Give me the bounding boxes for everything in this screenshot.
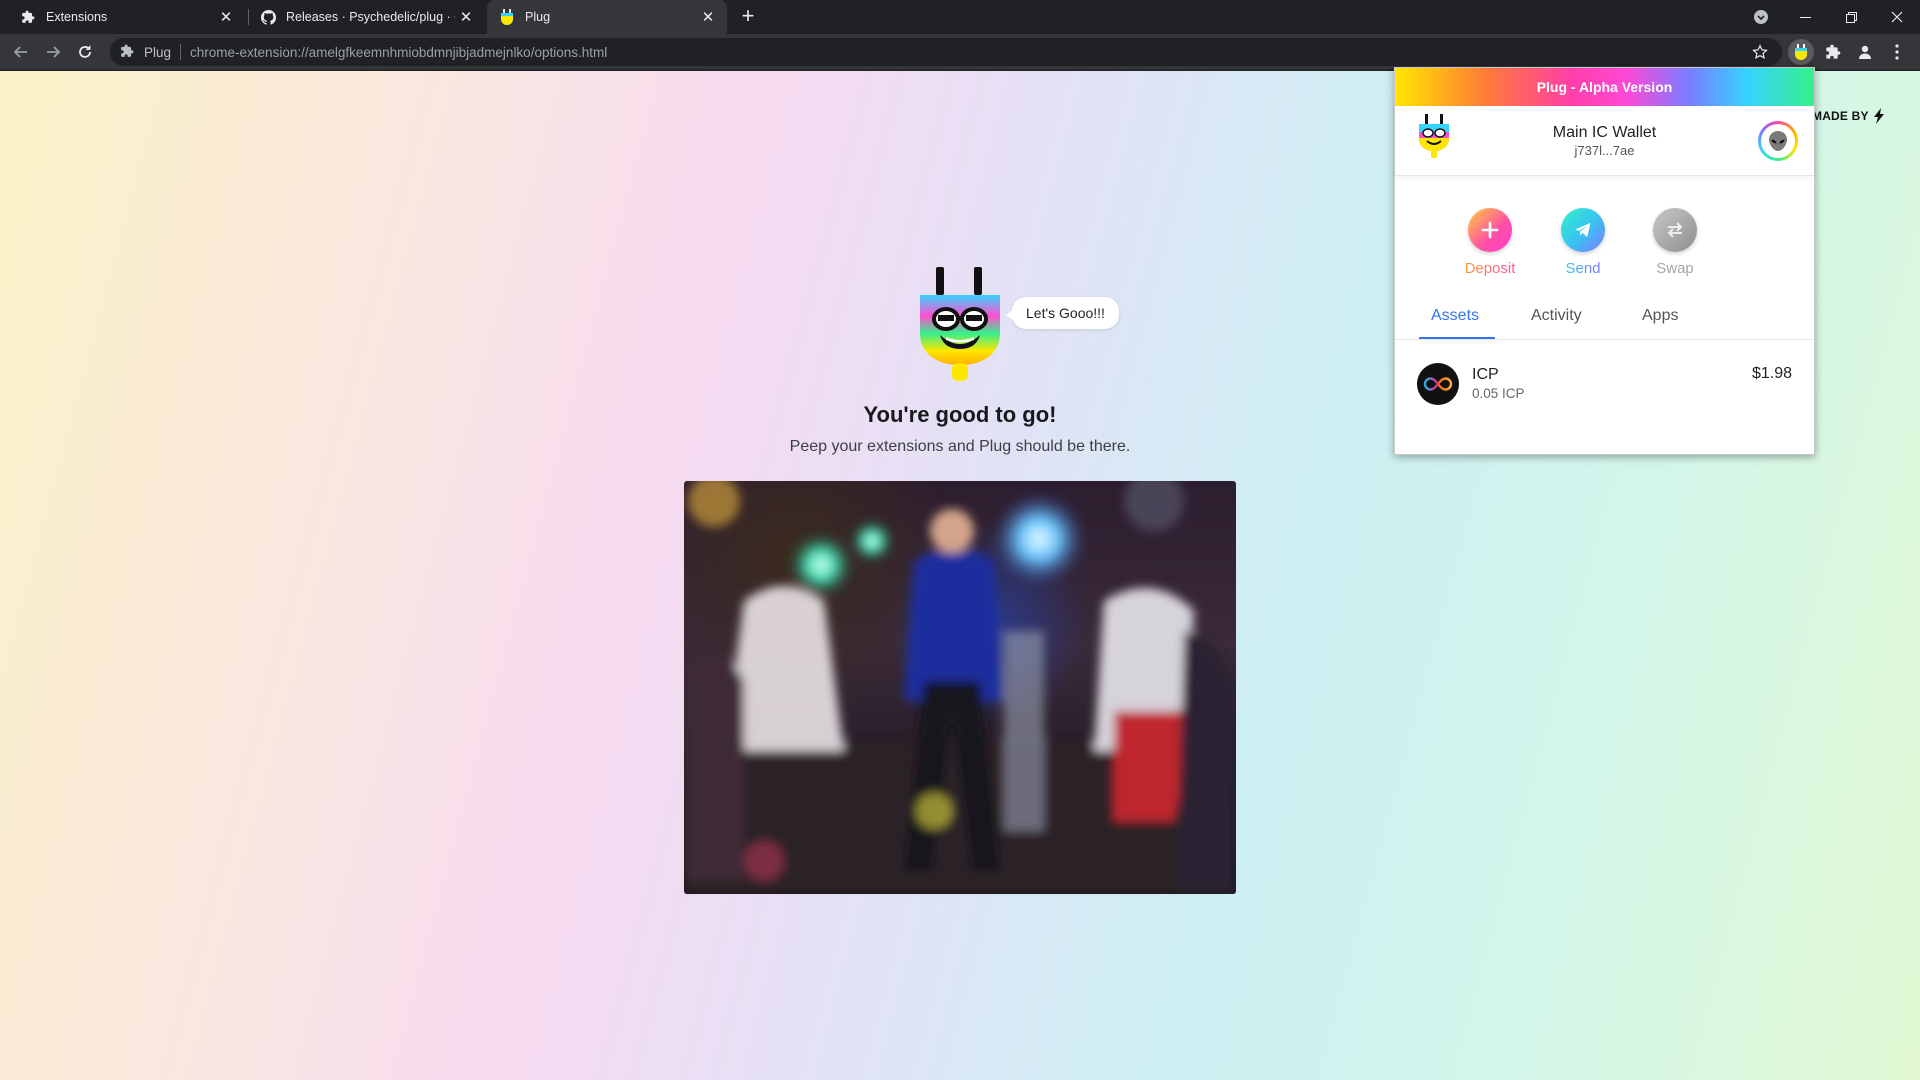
close-tab-icon[interactable]: ✕ xyxy=(455,6,477,28)
bookmark-star-icon[interactable] xyxy=(1752,44,1768,63)
plug-mascot-image xyxy=(920,267,1000,381)
wallet-actions: Deposit Send Swap xyxy=(1395,208,1814,288)
tab-releases[interactable]: Releases · Psychedelic/plug · Git ✕ xyxy=(250,0,485,34)
wallet-principal-id[interactable]: j737l...7ae xyxy=(1395,143,1814,158)
tab-plug[interactable]: Plug ✕ xyxy=(487,0,727,34)
arrow-right-icon xyxy=(47,46,61,58)
url-text: chrome-extension://amelgfkeemnhmiobdmnji… xyxy=(190,44,608,60)
wallet-header: Main IC Wallet j737l...7ae xyxy=(1395,106,1814,176)
plug-icon xyxy=(499,9,515,25)
profile-button[interactable] xyxy=(1852,39,1878,65)
site-chip: Plug xyxy=(144,44,172,60)
tab-strip: Extensions ✕ Releases · Psychedelic/plug… xyxy=(0,0,1920,34)
person-icon xyxy=(1859,45,1871,59)
address-bar[interactable]: Plug chrome-extension://amelgfkeemnhmiob… xyxy=(110,38,1782,66)
close-tab-icon[interactable]: ✕ xyxy=(215,6,237,28)
wallet-avatar[interactable] xyxy=(1758,121,1798,161)
made-by-credit[interactable]: MADE BY xyxy=(1812,108,1885,124)
plug-wallet-popup: Plug - Alpha Version Main IC Wallet j737… xyxy=(1394,67,1815,455)
icp-token-icon xyxy=(1417,363,1459,405)
asset-symbol: ICP xyxy=(1472,366,1499,383)
extensions-button[interactable] xyxy=(1820,39,1846,65)
tab-divider xyxy=(248,9,249,25)
back-button[interactable] xyxy=(8,39,34,65)
asset-amount: 0.05 ICP xyxy=(1472,386,1525,401)
active-tab-indicator xyxy=(1419,337,1495,339)
swap-label: Swap xyxy=(1656,260,1694,277)
send-icon xyxy=(1561,208,1605,252)
puzzle-icon xyxy=(1826,44,1841,59)
menu-button[interactable] xyxy=(1884,39,1910,65)
omnibox-divider xyxy=(180,44,182,60)
speech-bubble: Let's Gooo!!! xyxy=(1006,297,1119,329)
close-tab-icon[interactable]: ✕ xyxy=(697,6,719,28)
deposit-button[interactable]: Deposit xyxy=(1450,208,1530,277)
lightning-bolt-icon xyxy=(1873,108,1884,124)
arrow-left-icon xyxy=(13,46,27,58)
reload-button[interactable] xyxy=(72,39,98,65)
swap-button[interactable]: Swap xyxy=(1635,208,1715,277)
tab-title: Plug xyxy=(525,10,551,24)
tab-search-button[interactable] xyxy=(1738,0,1784,34)
popup-tabs: Assets Activity Apps xyxy=(1395,296,1814,340)
asset-usd-value: $1.98 xyxy=(1751,365,1792,382)
puzzle-icon xyxy=(120,44,136,60)
puzzle-icon xyxy=(20,9,36,25)
github-icon xyxy=(260,9,276,25)
send-button[interactable]: Send xyxy=(1543,208,1623,277)
restore-button[interactable] xyxy=(1828,0,1874,34)
send-label: Send xyxy=(1565,260,1601,277)
minimize-button[interactable] xyxy=(1782,0,1828,34)
alien-icon xyxy=(1769,131,1787,151)
asset-row-icp[interactable]: ICP 0.05 ICP $1.98 xyxy=(1395,354,1814,414)
tab-apps[interactable]: Apps xyxy=(1642,307,1678,325)
minimize-icon xyxy=(1799,16,1811,18)
plus-icon xyxy=(1468,208,1512,252)
made-by-label: MADE BY xyxy=(1812,109,1869,123)
plug-icon xyxy=(1795,44,1807,60)
tab-title: Extensions xyxy=(46,10,108,24)
plug-extension-button[interactable] xyxy=(1788,39,1814,65)
celebration-gif xyxy=(684,481,1236,894)
kebab-menu-icon xyxy=(1895,44,1899,60)
wallet-name: Main IC Wallet xyxy=(1552,124,1657,141)
browser-toolbar: Plug chrome-extension://amelgfkeemnhmiob… xyxy=(0,34,1920,70)
tab-title: Releases · Psychedelic/plug · Git xyxy=(286,10,455,24)
tab-assets[interactable]: Assets xyxy=(1431,307,1479,325)
chevron-down-circle-icon xyxy=(1754,10,1768,24)
popup-header: Plug - Alpha Version xyxy=(1395,68,1814,106)
reload-icon xyxy=(79,45,91,58)
close-window-button[interactable] xyxy=(1874,0,1920,34)
tab-extensions[interactable]: Extensions ✕ xyxy=(0,0,245,34)
new-tab-button[interactable]: + xyxy=(735,4,761,30)
deposit-label: Deposit xyxy=(1464,260,1516,277)
tab-activity[interactable]: Activity xyxy=(1531,307,1582,325)
swap-icon xyxy=(1653,208,1697,252)
forward-button[interactable] xyxy=(40,39,66,65)
restore-icon xyxy=(1845,11,1857,23)
close-icon xyxy=(1891,11,1903,23)
